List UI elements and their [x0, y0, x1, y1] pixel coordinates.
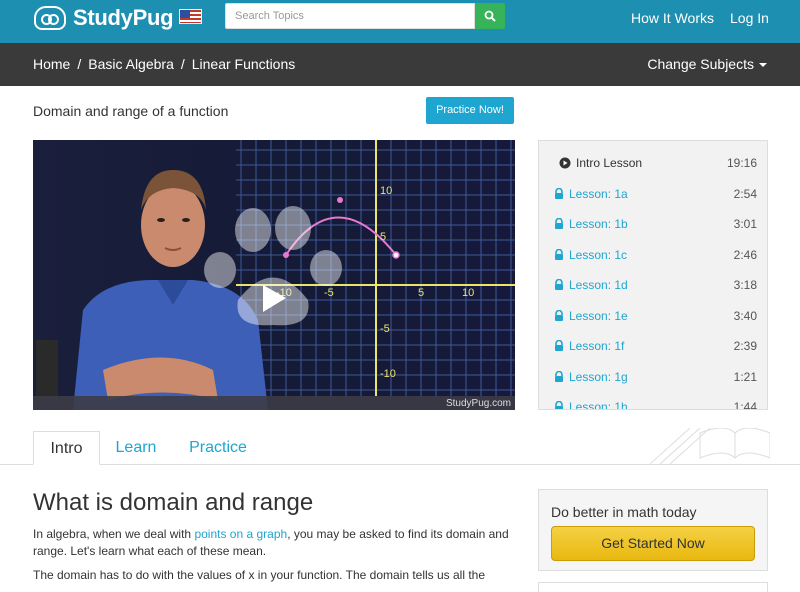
lesson-item[interactable]: Lesson: 1h 1:44	[539, 392, 767, 410]
lock-icon	[555, 370, 563, 382]
axis-tick-label: 10	[380, 185, 392, 197]
axis-tick-label: -10	[380, 368, 396, 380]
lesson-label: Lesson: 1b	[569, 217, 628, 231]
secondary-box	[538, 582, 768, 592]
axis-tick-label: 10	[462, 287, 474, 299]
lock-icon	[555, 401, 563, 409]
lock-icon	[555, 309, 563, 321]
lesson-title: Domain and range of a function	[33, 103, 229, 119]
lesson-label: Lesson: 1h	[569, 400, 628, 410]
lesson-list: Intro Lesson 19:16 Lesson: 1a 2:54 Lesson: 1…	[538, 140, 768, 410]
lock-icon	[555, 187, 563, 199]
article-paragraph: The domain has to do with the values of …	[33, 568, 486, 582]
lesson-duration: 3:18	[733, 278, 757, 292]
lesson-item[interactable]: Lesson: 1f 2:39	[539, 331, 767, 361]
studypug-watermark: StudyPug.com	[445, 398, 511, 409]
tab-learn[interactable]: Learn	[108, 431, 164, 465]
get-started-button[interactable]: Get Started Now	[551, 526, 755, 561]
pug-logo-icon	[34, 6, 66, 30]
lock-icon	[555, 218, 563, 229]
how-it-works-link[interactable]: How It Works	[631, 10, 714, 26]
article-heading: What is domain and range	[33, 489, 314, 516]
axis-tick-label: 5	[380, 231, 386, 243]
tab-intro[interactable]: Intro	[33, 431, 100, 465]
search-button[interactable]	[475, 3, 505, 29]
article-paragraph: In algebra, when we deal with points on …	[33, 526, 513, 560]
lesson-label: Lesson: 1g	[569, 369, 628, 384]
lesson-label: Intro Lesson	[576, 156, 643, 170]
lock-icon	[555, 248, 563, 260]
change-subjects-dropdown[interactable]: Change Subjects	[647, 56, 767, 72]
top-header: StudyPug Search Topics How It Works Log …	[0, 0, 800, 43]
lesson-item[interactable]: Lesson: 1e 3:40	[539, 301, 767, 331]
caret-down-icon	[759, 63, 767, 67]
paragraph-text: In algebra, when we deal with	[33, 527, 195, 541]
lesson-label: Lesson: 1e	[569, 308, 628, 323]
search-icon	[484, 10, 496, 22]
cta-title: Do better in math today	[551, 504, 697, 520]
breadcrumb-linear-functions[interactable]: Linear Functions	[192, 56, 296, 72]
points-on-a-graph-link[interactable]: points on a graph	[194, 527, 287, 541]
us-flag-icon[interactable]	[179, 9, 202, 24]
lesson-item[interactable]: Lesson: 1d 3:18	[539, 270, 767, 300]
whiteboard-toolbar	[36, 340, 58, 400]
search-input[interactable]: Search Topics	[225, 3, 475, 29]
lock-icon	[555, 279, 563, 290]
breadcrumb-basic-algebra[interactable]: Basic Algebra	[88, 56, 174, 72]
lesson-label: Lesson: 1d	[569, 278, 628, 292]
lesson-label: Lesson: 1f	[569, 339, 625, 353]
lesson-duration: 2:46	[733, 247, 757, 262]
lesson-item[interactable]: Lesson: 1b 3:01	[539, 209, 767, 239]
lesson-duration: 2:39	[733, 339, 757, 353]
lesson-item[interactable]: Lesson: 1c 2:46	[539, 240, 767, 270]
practice-now-button[interactable]: Practice Now!	[426, 97, 514, 124]
lesson-duration: 1:44	[733, 400, 757, 410]
lock-icon	[555, 340, 563, 351]
lesson-duration: 2:54	[733, 186, 757, 201]
book-icon	[650, 428, 770, 464]
video-controls[interactable]: StudyPug.com	[33, 396, 515, 410]
studypug-logo[interactable]: StudyPug	[34, 5, 174, 31]
lesson-item[interactable]: Lesson: 1g 1:21	[539, 362, 767, 392]
breadcrumb-separator: /	[77, 56, 82, 72]
axis-tick-label: -5	[380, 323, 390, 335]
lesson-duration: 3:40	[733, 308, 757, 323]
breadcrumb-home[interactable]: Home	[33, 56, 70, 72]
breadcrumb-separator: /	[180, 56, 185, 72]
play-icon	[559, 157, 571, 169]
lesson-label: Lesson: 1c	[569, 247, 628, 262]
video-player[interactable]: 10 5 -10 -5 5 10 -5 -10 StudyPug.com	[33, 140, 515, 410]
brand-name: StudyPug	[73, 5, 174, 30]
signup-cta-box: Do better in math today Get Started Now	[538, 489, 768, 571]
breadcrumb: Home / Basic Algebra / Linear Functions	[33, 56, 295, 72]
lesson-duration: 1:21	[733, 369, 757, 384]
breadcrumb-bar: Home / Basic Algebra / Linear Functions …	[0, 43, 800, 86]
lesson-duration: 3:01	[733, 217, 757, 231]
lesson-duration: 19:16	[726, 156, 757, 170]
lesson-item[interactable]: Intro Lesson 19:16	[539, 148, 767, 178]
lesson-label: Lesson: 1a	[569, 186, 628, 201]
log-in-link[interactable]: Log In	[730, 10, 769, 26]
paw-watermark-icon	[204, 206, 342, 326]
axis-tick-label: 5	[418, 287, 424, 299]
change-subjects-label: Change Subjects	[647, 56, 754, 72]
tab-practice[interactable]: Practice	[180, 431, 256, 465]
lesson-item[interactable]: Lesson: 1a 2:54	[539, 179, 767, 209]
